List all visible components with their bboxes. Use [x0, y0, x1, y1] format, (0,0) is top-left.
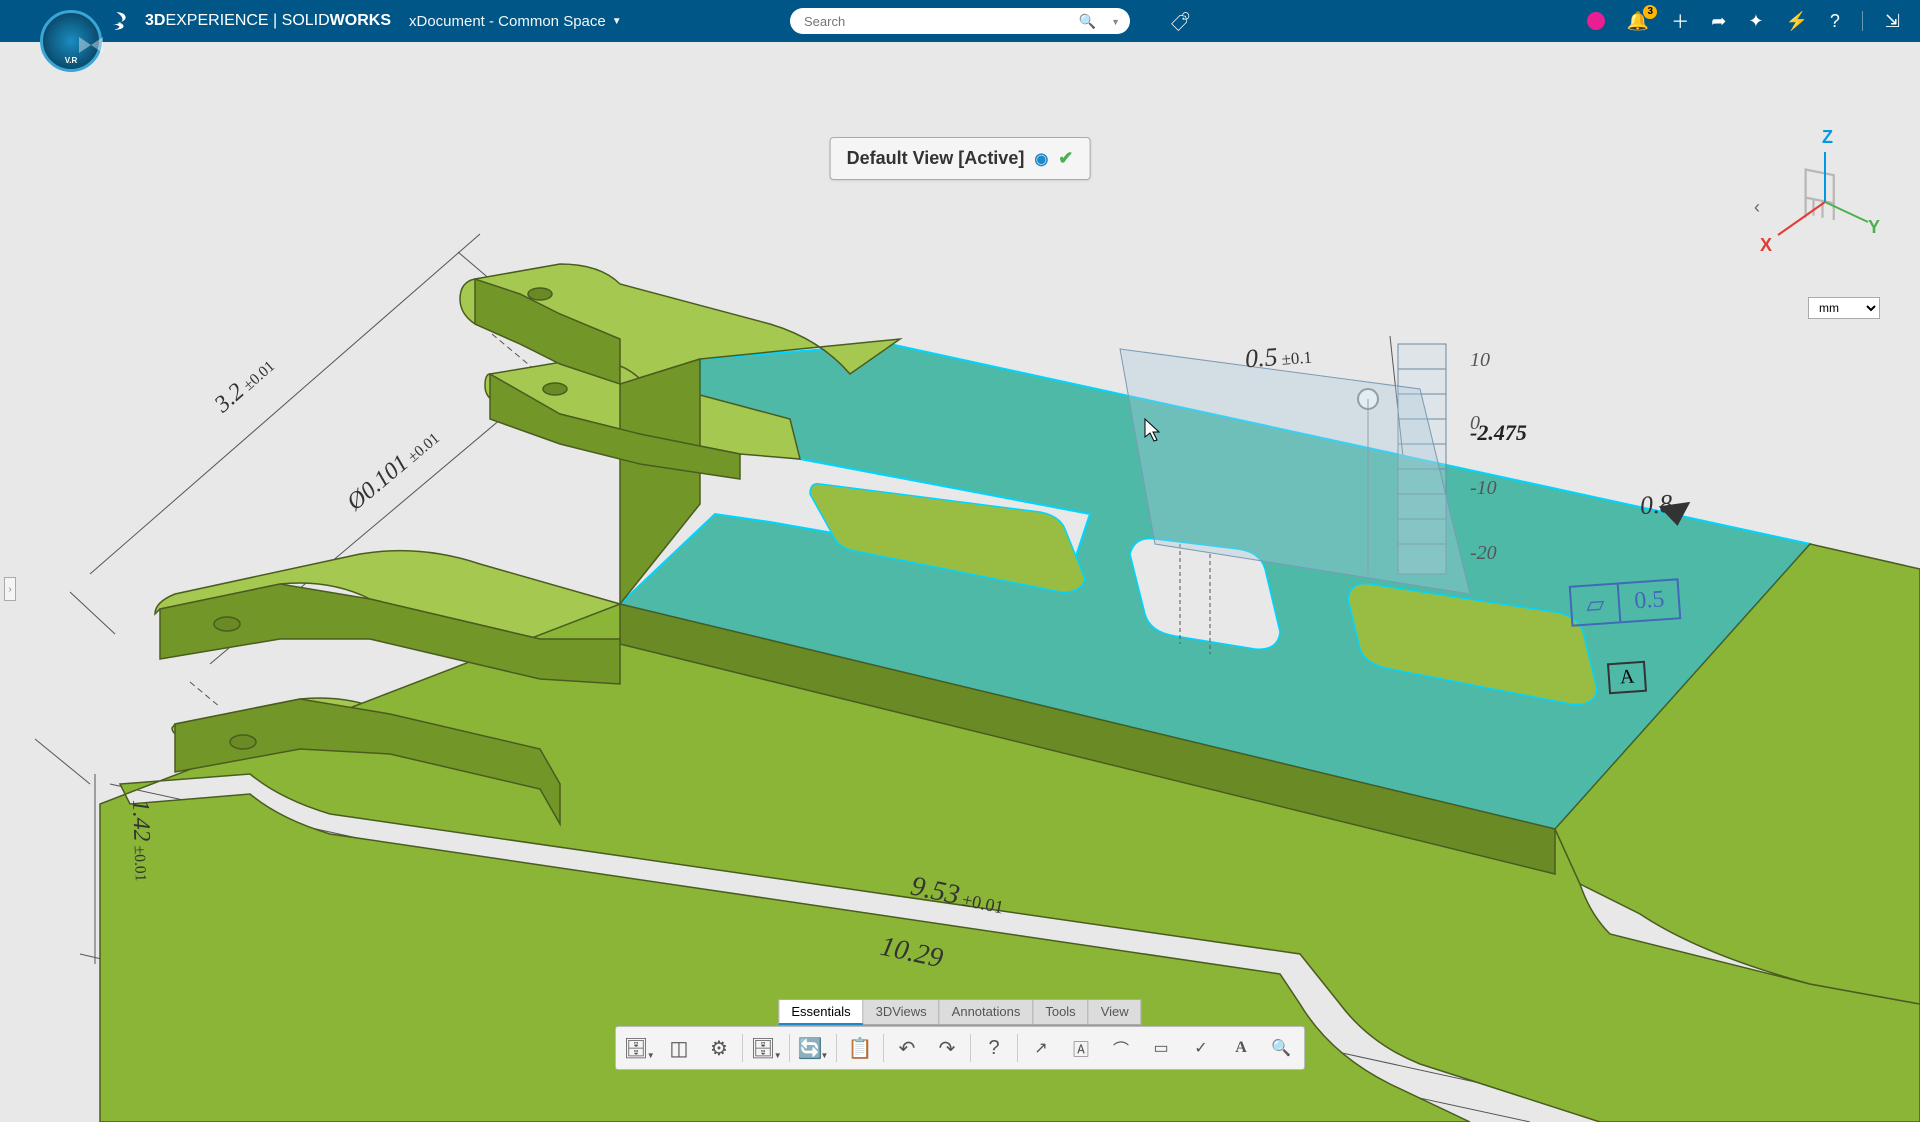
- clipboard-button[interactable]: 📋: [843, 1031, 877, 1065]
- triad-back-icon[interactable]: ‹: [1754, 197, 1760, 218]
- zoom-button[interactable]: 🔍: [1264, 1031, 1298, 1065]
- save-button[interactable]: 🗄▼: [622, 1031, 656, 1065]
- brand-prefix: 3D: [145, 12, 165, 29]
- text-button[interactable]: A: [1224, 1031, 1258, 1065]
- brand-title: 3DEXPERIENCE | SOLIDWORKS: [145, 12, 391, 30]
- units-select[interactable]: mm: [1808, 297, 1880, 319]
- slider-value: -2.475: [1470, 420, 1527, 446]
- tag-icon[interactable]: 🏷: [1169, 10, 1190, 33]
- feedback-icon[interactable]: ⚡: [1785, 11, 1807, 32]
- help-button[interactable]: ?: [977, 1031, 1011, 1065]
- search-wrap: 🔍 ▼ 🏷: [790, 8, 1130, 34]
- document-name: xDocument - Common Space: [409, 13, 606, 30]
- search-dropdown-icon[interactable]: ▼: [1111, 17, 1120, 27]
- collaborate-icon[interactable]: ✦: [1748, 11, 1763, 32]
- brand-app2: WORKS: [330, 12, 391, 29]
- redo-button[interactable]: ↷: [930, 1031, 964, 1065]
- command-toolbar: 🗄▼ ◫ ⚙ 🗄▼ 🔄▼ 📋 ↶ ↷ ? ↗ 🄰 ⌒ ▭ ✓ A 🔍: [615, 1026, 1305, 1070]
- tab-tools[interactable]: Tools: [1033, 999, 1088, 1025]
- gdt-button[interactable]: ▭: [1144, 1031, 1178, 1065]
- ds-logo-icon: [110, 9, 135, 34]
- toolbar-separator: [883, 1034, 884, 1062]
- view-indicator[interactable]: Default View [Active] ◉ ✔: [830, 137, 1091, 180]
- rotate-view-button[interactable]: 🔄▼: [796, 1031, 830, 1065]
- check-button[interactable]: ✓: [1184, 1031, 1218, 1065]
- triad-axes-icon: [1770, 147, 1870, 247]
- view-indicator-label: Default View [Active]: [847, 148, 1025, 169]
- header-right: 🔔3 ＋ ➦ ✦ ⚡ ? ⇲: [1587, 8, 1910, 34]
- brand-mid: EXPERIENCE: [165, 12, 268, 29]
- chevron-down-icon: ▼: [612, 16, 622, 27]
- compass-button[interactable]: V.R: [40, 10, 102, 72]
- notification-badge: 3: [1643, 5, 1657, 19]
- compass-label: V.R: [65, 56, 78, 65]
- database-button[interactable]: 🗄▼: [749, 1031, 783, 1065]
- gdt-value: 0.5: [1619, 580, 1679, 621]
- gdt-frame[interactable]: ▱ 0.5: [1569, 578, 1682, 627]
- toolbar-separator: [970, 1034, 971, 1062]
- brand-divider: |: [269, 12, 282, 29]
- view-triad[interactable]: ‹ Z X Y: [1760, 127, 1880, 247]
- side-panel-expand[interactable]: ›: [4, 577, 16, 601]
- undo-button[interactable]: ↶: [890, 1031, 924, 1065]
- help-icon[interactable]: ?: [1830, 11, 1840, 32]
- toolbar-separator: [789, 1034, 790, 1062]
- note-button[interactable]: 🄰: [1064, 1031, 1098, 1065]
- share-icon[interactable]: ➦: [1711, 11, 1726, 32]
- slider-tick-m10: -10: [1470, 477, 1497, 500]
- command-tabs: Essentials 3DViews Annotations Tools Vie…: [778, 999, 1141, 1025]
- axis-z-label: Z: [1822, 127, 1833, 148]
- viewport[interactable]: Default View [Active] ◉ ✔ ‹ Z X Y mm › 3…: [0, 42, 1920, 1080]
- settings-button[interactable]: ⚙: [702, 1031, 736, 1065]
- cube-icon: ◉: [1034, 149, 1048, 169]
- app-header: V.R 3DEXPERIENCE | SOLIDWORKS xDocument …: [0, 0, 1920, 42]
- surface-finish-button[interactable]: ⌒: [1104, 1031, 1138, 1065]
- search-icon[interactable]: 🔍: [1079, 13, 1096, 30]
- document-breadcrumb[interactable]: xDocument - Common Space ▼: [409, 13, 622, 30]
- check-icon: ✔: [1058, 148, 1073, 169]
- dimension-1-42[interactable]: 1.42±0.01: [126, 799, 156, 882]
- collapse-icon[interactable]: ⇲: [1885, 11, 1900, 32]
- tab-essentials[interactable]: Essentials: [778, 999, 863, 1025]
- add-icon[interactable]: ＋: [1671, 8, 1689, 34]
- tab-view[interactable]: View: [1089, 999, 1142, 1025]
- tab-annotations[interactable]: Annotations: [940, 999, 1034, 1025]
- dimension-button[interactable]: ↗: [1024, 1031, 1058, 1065]
- cube-button[interactable]: ◫: [662, 1031, 696, 1065]
- notifications-icon[interactable]: 🔔3: [1627, 11, 1649, 32]
- toolbar-separator: [1017, 1034, 1018, 1062]
- tab-3dviews[interactable]: 3DViews: [864, 999, 940, 1025]
- toolbar-separator: [742, 1034, 743, 1062]
- status-dot[interactable]: [1587, 12, 1605, 30]
- datum-triangle-icon: [1659, 502, 1694, 528]
- divider: [1862, 11, 1863, 31]
- datum-label[interactable]: A: [1607, 661, 1648, 695]
- gdt-flatness-icon: ▱: [1571, 584, 1622, 624]
- slider-tick-m20: -20: [1470, 542, 1497, 565]
- slider-tick-10: 10: [1470, 349, 1490, 372]
- dimension-0-5[interactable]: 0.5±0.1: [1244, 340, 1313, 375]
- brand-app1: SOLID: [282, 12, 330, 29]
- toolbar-separator: [836, 1034, 837, 1062]
